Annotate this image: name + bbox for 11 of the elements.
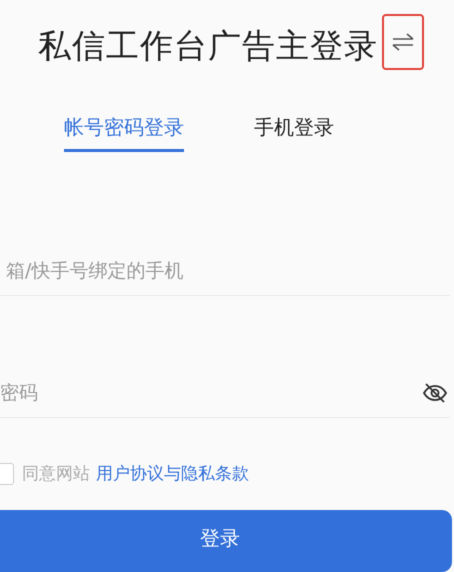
agree-text: 同意网站 <box>22 463 90 486</box>
login-button[interactable]: 登录 <box>0 510 452 572</box>
login-tab[interactable]: 帐号密码登录 <box>64 114 184 152</box>
hidden-eye-icon[interactable] <box>422 382 448 404</box>
page-title: 私信工作台广告主登录 <box>38 24 378 66</box>
account-field[interactable]: 箱/快手号绑定的手机 <box>0 260 450 282</box>
login-tab[interactable]: 手机登录 <box>254 114 334 152</box>
password-field[interactable]: 密码 <box>0 382 422 404</box>
switch-button[interactable] <box>382 14 424 70</box>
swap-icon <box>391 32 415 52</box>
terms-link[interactable]: 用户协议与隐私条款 <box>96 462 249 486</box>
